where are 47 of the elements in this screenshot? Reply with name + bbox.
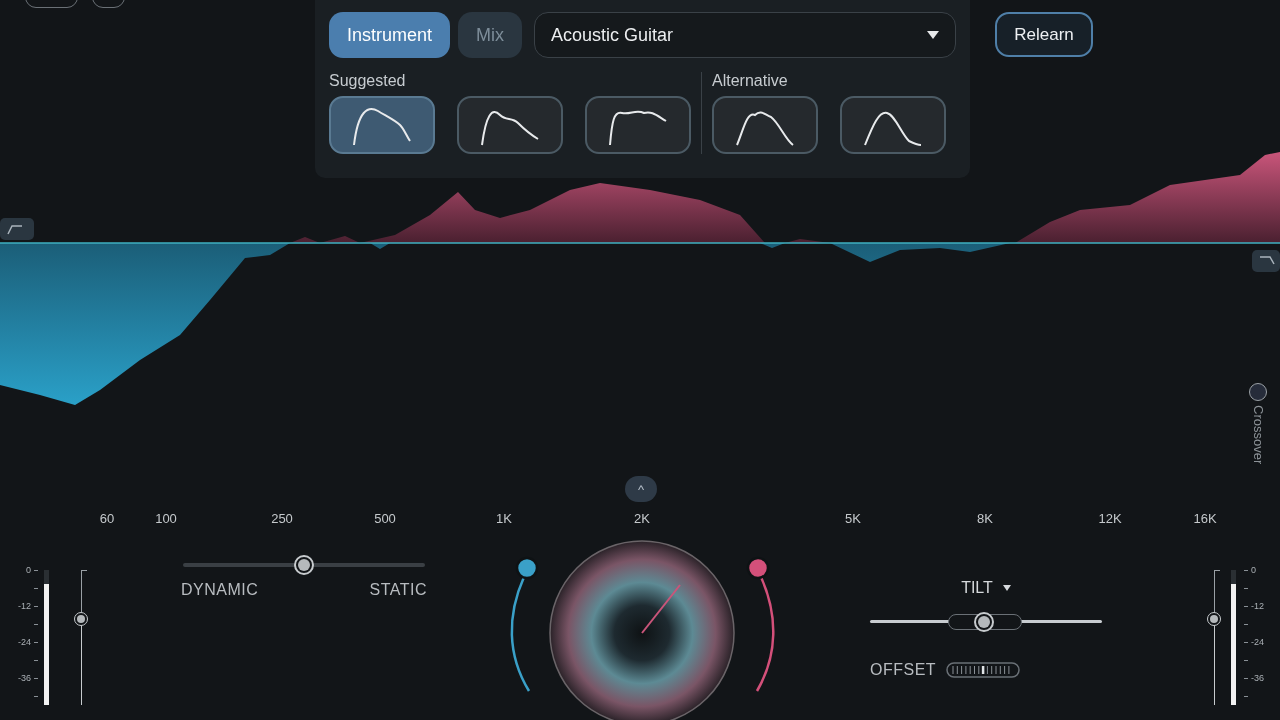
source-tab[interactable]: Mix <box>458 12 523 58</box>
frequency-label: 5K <box>845 511 861 526</box>
caret-icon <box>1002 585 1011 591</box>
frequency-label: 16K <box>1193 511 1217 526</box>
meter-scale-label: -24 <box>18 637 31 647</box>
frequency-label: 12K <box>1098 511 1122 526</box>
collapse-button[interactable]: ^ <box>625 476 657 502</box>
frequency-label: 8K <box>977 511 993 526</box>
low-cut-handle-icon[interactable] <box>0 218 34 240</box>
offset-wheel[interactable] <box>946 662 1021 678</box>
source-tab[interactable]: Instrument <box>329 12 451 58</box>
fader-handle[interactable] <box>74 611 88 626</box>
crossover-label: Crossover <box>1250 405 1266 465</box>
high-band-knob[interactable] <box>746 556 770 580</box>
frequency-label: 100 <box>155 511 177 526</box>
group-label: Suggested <box>329 72 407 90</box>
curve-preset-button[interactable] <box>712 96 818 154</box>
relearn-button[interactable]: Relearn <box>995 12 1093 57</box>
frequency-label: 250 <box>271 511 293 526</box>
frequency-label: 60 <box>99 511 115 526</box>
frequency-label: 1K <box>496 511 512 526</box>
curve-preset-button[interactable] <box>329 96 435 154</box>
meter-scale-label: -12 <box>18 601 31 611</box>
curve-preset-button[interactable] <box>457 96 563 154</box>
caret-icon <box>927 31 939 39</box>
curve-preset-button[interactable] <box>585 96 691 154</box>
frequency-label: 500 <box>374 511 396 526</box>
high-cut-handle-icon[interactable] <box>1252 250 1280 272</box>
fader-handle[interactable] <box>1207 611 1221 626</box>
instrument-dropdown[interactable]: Acoustic Guitar <box>534 12 956 58</box>
offset-label: OFFSET <box>870 661 937 679</box>
low-band-knob[interactable] <box>515 556 539 580</box>
meter-scale-label: 0 <box>1251 565 1256 575</box>
curve-preset-button[interactable] <box>840 96 946 154</box>
meter-scale-label: -12 <box>1251 601 1264 611</box>
meter-scale-label: -36 <box>1251 673 1264 683</box>
frequency-label: 2K <box>634 511 650 526</box>
dropdown-value: Acoustic Guitar <box>551 24 674 46</box>
meter-scale-label: -36 <box>18 673 31 683</box>
slider-label: DYNAMIC <box>181 581 259 599</box>
meter-scale-label: 0 <box>26 565 31 575</box>
slider-label: STATIC <box>369 581 427 599</box>
tilt-dropdown[interactable]: TILT <box>961 579 1011 597</box>
group-label: Alternative <box>712 72 789 90</box>
meter-scale-label: -24 <box>1251 637 1264 647</box>
crossover-radio[interactable] <box>1249 383 1267 401</box>
slider-handle[interactable] <box>294 555 314 575</box>
